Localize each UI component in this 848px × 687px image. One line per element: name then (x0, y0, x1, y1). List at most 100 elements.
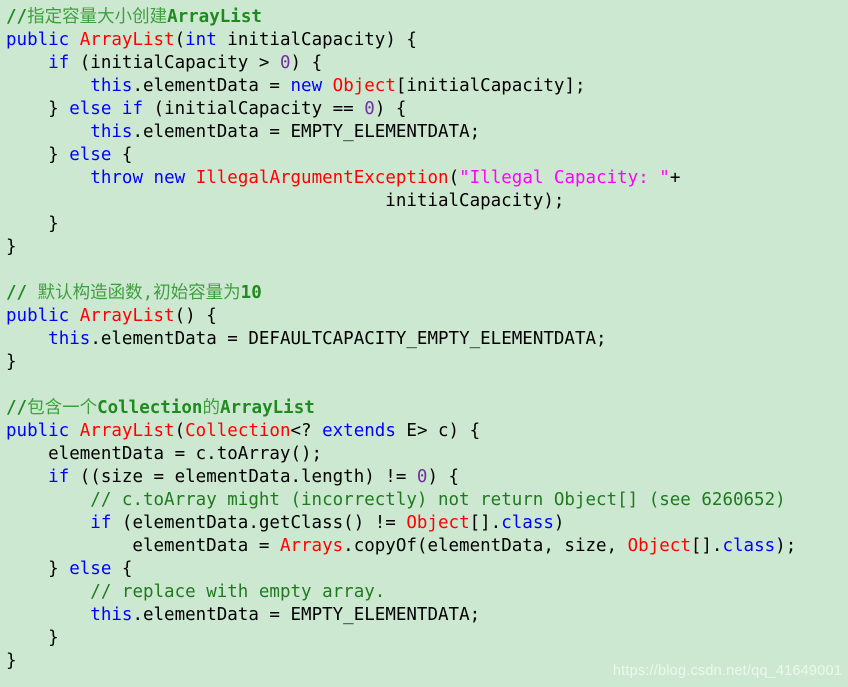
code-token-comment-bold: // (6, 283, 38, 303)
code-line: } (6, 213, 848, 236)
code-token-keyword: public (6, 30, 70, 50)
code-token-keyword: this (48, 329, 91, 349)
code-line: public ArrayList() { (6, 305, 848, 328)
code-token-plain: } (6, 651, 17, 671)
code-token-plain: } (6, 352, 17, 372)
code-token-keyword: else (69, 559, 112, 579)
code-line: initialCapacity); (6, 190, 848, 213)
code-token-plain: []. (469, 513, 502, 533)
code-line: } else { (6, 144, 848, 167)
code-token-number: 0 (364, 99, 375, 119)
code-token-keyword: int (185, 30, 217, 50)
code-line: } (6, 236, 848, 259)
code-token-comment-bold: 10 (240, 283, 262, 303)
code-token-keyword: new (153, 168, 186, 188)
code-token-plain: } (6, 628, 59, 648)
code-token-plain: elementData = (6, 536, 280, 556)
code-line: if (elementData.getClass() != Object[].c… (6, 512, 848, 535)
code-token-type: Object (627, 536, 691, 556)
code-lines[interactable]: //指定容量大小创建ArrayList public ArrayList(int … (6, 6, 848, 673)
code-token-keyword: else (69, 145, 112, 165)
code-token-plain: ( (174, 421, 186, 441)
code-line: elementData = Arrays.copyOf(elementData,… (6, 535, 848, 558)
code-token-number: 0 (416, 467, 428, 487)
code-token-keyword: else (69, 99, 112, 119)
code-line: // 默认构造函数,初始容量为10 (6, 282, 848, 305)
code-line: // c.toArray might (incorrectly) not ret… (6, 489, 848, 512)
code-token-keyword: this (90, 122, 133, 142)
code-token-plain: ) { (374, 99, 407, 119)
code-token-type: Object (332, 76, 396, 96)
code-token-keyword: public (6, 421, 70, 441)
code-line: } (6, 351, 848, 374)
code-token-comment: 的 (202, 398, 220, 418)
code-line: //包含一个Collection的ArrayList (6, 397, 848, 420)
code-token-plain: [initialCapacity]; (395, 76, 586, 96)
code-token-plain: ((size = elementData.length) != (69, 467, 417, 487)
code-token-plain: []. (690, 536, 723, 556)
code-token-keyword: if (48, 53, 70, 73)
code-line: elementData = c.toArray(); (6, 443, 848, 466)
code-token-comment-bold: ArrayList (167, 7, 262, 27)
code-token-comment-bold: Collection (97, 398, 203, 418)
code-token-plain: .elementData = DEFAULTCAPACITY_EMPTY_ELE… (90, 329, 607, 349)
code-line: this.elementData = EMPTY_ELEMENTDATA; (6, 121, 848, 144)
code-token-comment-bold: // (6, 7, 28, 27)
code-token-comment: 包含一个 (27, 398, 98, 418)
code-token-plain: } (6, 237, 17, 257)
code-token-type: ArrayList (79, 306, 175, 326)
code-token-type: Arrays (279, 536, 344, 556)
code-token-comment-bold: // (6, 398, 28, 418)
code-snippet-container: //指定容量大小创建ArrayList public ArrayList(int … (0, 0, 848, 687)
code-line: throw new IllegalArgumentException("Ille… (6, 167, 848, 190)
code-token-type: ArrayList (79, 30, 175, 50)
code-token-plain: .copyOf(elementData, size, (343, 536, 628, 556)
code-token-plain: () { (174, 306, 217, 326)
code-token-type: Collection (185, 421, 291, 441)
code-line: //指定容量大小创建ArrayList (6, 6, 848, 29)
code-token-plain: ) { (427, 467, 460, 487)
code-token-plain: ( (448, 168, 460, 188)
code-token-plain: { (111, 145, 133, 165)
code-token-keyword: this (90, 605, 133, 625)
code-token-plain: { (111, 559, 133, 579)
code-token-plain: .elementData = (132, 76, 291, 96)
code-line: public ArrayList(Collection<? extends E>… (6, 420, 848, 443)
code-token-keyword: new (290, 76, 323, 96)
code-token-plain: ) (553, 513, 565, 533)
watermark-text: https://blog.csdn.net/qq_41649001 (612, 663, 842, 679)
code-token-type: IllegalArgumentException (195, 168, 449, 188)
code-token-plain: } (6, 145, 70, 165)
code-token-keyword: this (90, 76, 133, 96)
code-token-comment-bold: ArrayList (219, 398, 315, 418)
code-line: } else { (6, 558, 848, 581)
code-line: this.elementData = new Object[initialCap… (6, 75, 848, 98)
code-token-plain: } (6, 99, 70, 119)
code-token-plain: elementData = c.toArray(); (6, 444, 323, 464)
code-token-plain: ); (775, 536, 797, 556)
code-token-keyword: public (6, 306, 70, 326)
code-token-keyword: extends (322, 421, 396, 441)
code-token-comment: 默认构造函数,初始容量为 (37, 283, 241, 303)
code-token-plain: E> c) { (395, 421, 481, 441)
code-token-type: ArrayList (79, 421, 175, 441)
code-line: public ArrayList(int initialCapacity) { (6, 29, 848, 52)
code-token-comment: 指定容量大小创建 (27, 7, 168, 27)
code-token-plain: ( (174, 30, 186, 50)
code-line: if ((size = elementData.length) != 0) { (6, 466, 848, 489)
code-token-plain: } (6, 559, 70, 579)
code-token-keyword: if (48, 467, 70, 487)
code-token-member: class (501, 513, 554, 533)
